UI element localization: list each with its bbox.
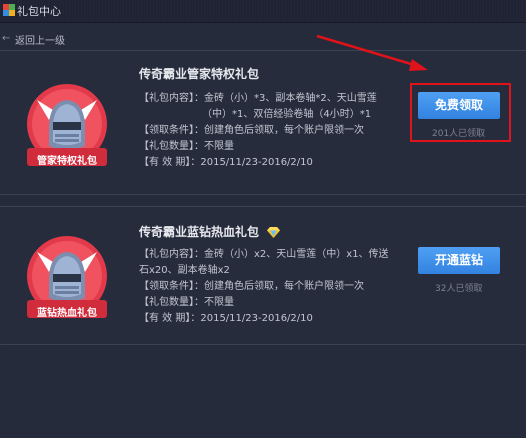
contents-label: 【礼包内容】：: [139, 93, 204, 104]
gift-badge: 蓝钻热血礼包: [23, 232, 111, 330]
title-bar: 礼包中心: [0, 0, 526, 23]
contents-value: 金砖（小）*3、副本卷轴*2、天山雪莲: [204, 93, 377, 104]
gift-validity: 【有 效 期】：2015/11/23-2016/2/10: [139, 313, 313, 324]
blue-diamond-icon: [267, 227, 281, 238]
gift-validity: 【有 效 期】：2015/11/23-2016/2/10: [139, 157, 313, 168]
open-blue-diamond-button[interactable]: 开通蓝钻: [418, 247, 500, 274]
gift-title: 传奇霸业蓝钻热血礼包: [139, 223, 281, 240]
back-label[interactable]: 返回上一级: [15, 32, 65, 47]
gift-center-icon: [3, 4, 15, 16]
badge-label: 管家特权礼包: [37, 156, 97, 167]
gift-title-text: 传奇霸业蓝钻热血礼包: [139, 225, 260, 239]
badge-label: 蓝钻热血礼包: [37, 308, 97, 319]
gift-quantity: 【礼包数量】：不限量: [139, 297, 234, 308]
claim-free-button[interactable]: 免费领取: [418, 92, 500, 119]
claimed-count: 32人已领取: [435, 284, 483, 294]
gift-condition: 【领取条件】：创建角色后领取，每个账户限领一次: [139, 125, 364, 136]
claimed-count: 201人已领取: [432, 129, 486, 139]
contents-value: 金砖（小）x2、天山雪莲（中）x1、传送: [204, 249, 389, 260]
gift-card-butler: 管家特权礼包 传奇霸业管家特权礼包 【礼包内容】：金砖（小）*3、副本卷轴*2、…: [0, 50, 526, 195]
gift-title: 传奇霸业管家特权礼包: [139, 67, 260, 81]
gift-info: 【礼包内容】：金砖（小）x2、天山雪莲（中）x1、传送 石x20、副本卷轴x2 …: [139, 247, 389, 327]
gift-contents-row: 【礼包内容】：金砖（小）*3、副本卷轴*2、天山雪莲: [139, 91, 377, 107]
gift-contents-continued: 石x20、副本卷轴x2: [139, 265, 230, 276]
gift-quantity: 【礼包数量】：不限量: [139, 141, 234, 152]
gift-badge: 管家特权礼包: [23, 80, 111, 178]
gift-condition: 【领取条件】：创建角色后领取，每个账户限领一次: [139, 281, 364, 292]
gift-info: 【礼包内容】：金砖（小）*3、副本卷轴*2、天山雪莲 （中）*1、双倍经验卷轴（…: [139, 91, 377, 171]
contents-label: 【礼包内容】：: [139, 249, 204, 260]
back-arrow-icon: ←: [2, 33, 11, 44]
window-title: 礼包中心: [17, 5, 61, 18]
gift-contents-row: 【礼包内容】：金砖（小）x2、天山雪莲（中）x1、传送: [139, 247, 389, 263]
gift-card-blue-diamond: 蓝钻热血礼包 传奇霸业蓝钻热血礼包 【礼包内容】：金砖（小）x2、天山雪莲（中）…: [0, 206, 526, 345]
gift-contents-continued: （中）*1、双倍经验卷轴（4小时）*1: [202, 109, 372, 120]
